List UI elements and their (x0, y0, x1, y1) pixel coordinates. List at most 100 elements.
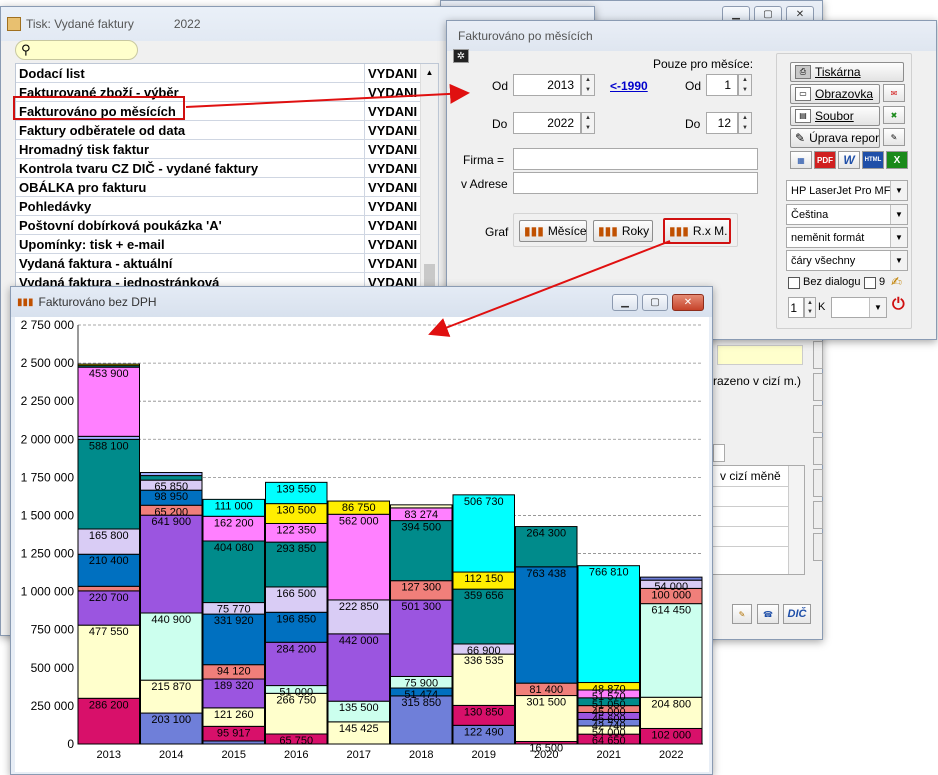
report-name: Dodací list (19, 66, 85, 81)
html-icon[interactable]: HTML (862, 151, 884, 169)
list-item[interactable]: Pohledávky VYDANI (16, 197, 420, 216)
chart-window: ▮▮▮ Fakturováno bez DPH ▁ ▢ ✕ 0 250 000 50… (10, 286, 713, 775)
list-item[interactable]: Faktury odběratele od data VYDANI (16, 121, 420, 140)
bar-segment (140, 475, 203, 481)
data-label: 51 000 (279, 687, 313, 699)
dic-button[interactable]: DIČ (783, 604, 811, 624)
settings-hand-icon[interactable]: ✍ (891, 274, 902, 290)
list-item[interactable]: Upomínky: tisk + e-mail VYDANI (16, 235, 420, 254)
language-select[interactable]: Čeština ▼ (786, 204, 908, 225)
data-label: 65 850 (154, 481, 188, 493)
list-scrollbar[interactable]: ▲ (420, 64, 438, 292)
column-header-foreign-currency: v cizí měně (720, 469, 781, 483)
back-window-grid: v cizí měně (709, 465, 805, 575)
adrese-input[interactable] (513, 172, 758, 194)
back-window-small-field[interactable] (713, 444, 725, 462)
printer-icon: ⎙ (795, 65, 811, 79)
search-icon: ⚲ (21, 42, 31, 57)
report-name: Pohledávky (19, 199, 92, 214)
bar-chart-icon: ▮▮▮ (598, 224, 618, 238)
od-year-spinner[interactable]: ▲ ▼ (581, 74, 595, 96)
tisk-window-year: 2022 (173, 17, 201, 31)
graf-mesice-button[interactable]: ▮▮▮ Měsíce (519, 220, 587, 242)
data-label: 264 300 (526, 528, 566, 540)
minimize-button[interactable]: ▁ (612, 294, 638, 311)
email-icon[interactable]: ✉ (883, 84, 905, 102)
excel-icon[interactable]: ✖ (883, 106, 905, 124)
data-label: 122 490 (464, 726, 504, 738)
nine-checkbox[interactable] (864, 277, 876, 289)
power-icon[interactable]: ⏻ (892, 296, 905, 314)
soubor-button[interactable]: ▤ Soubor (790, 106, 880, 126)
k-select[interactable]: ▼ (831, 297, 887, 318)
report-type: VYDANI (368, 85, 418, 100)
graf-roky-button[interactable]: ▮▮▮ Roky (593, 220, 653, 242)
x-tick-label: 2015 (222, 749, 246, 761)
format-select[interactable]: neměnit formát ▼ (786, 227, 908, 248)
do-month-input[interactable]: 12 (706, 112, 738, 134)
do-month-spinner[interactable]: ▲ ▼ (738, 112, 752, 134)
uprava-reportu-button[interactable]: ✎ Úprava repor (790, 128, 880, 148)
firma-input[interactable] (513, 148, 758, 170)
od-month-input[interactable]: 1 (706, 74, 738, 96)
stacked-bar-chart: 0 250 000 500 000 750 000 1 000 000 1 250 000… (15, 317, 709, 772)
list-item[interactable]: Poštovní dobírková poukázka 'A' VYDANI (16, 216, 420, 235)
highlight-box (13, 96, 185, 120)
back-window-yellow-field[interactable] (717, 345, 803, 365)
od-year-input[interactable]: 2013 (513, 74, 581, 96)
data-label: 139 550 (276, 483, 316, 495)
edit-note-icon[interactable]: ✎ (732, 604, 752, 624)
data-label: 477 550 (89, 626, 129, 638)
list-item[interactable]: Kontrola tvaru CZ DIČ - vydané faktury VY… (16, 159, 420, 178)
close-button[interactable]: ✕ (672, 294, 704, 311)
xls-icon[interactable]: X (886, 151, 908, 169)
word-icon[interactable]: W (838, 151, 860, 169)
copies-spinner[interactable]: ▲ ▼ (804, 297, 816, 318)
do-year-spinner[interactable]: ▲ ▼ (581, 112, 595, 134)
copies-input[interactable]: 1 (788, 297, 804, 318)
data-label: 404 080 (214, 542, 254, 554)
list-item[interactable]: Hromadný tisk faktur VYDANI (16, 140, 420, 159)
design-tools-icon[interactable]: ✎ (883, 128, 905, 146)
y-tick-label: 500 000 (31, 661, 75, 675)
bez-dialogu-checkbox[interactable] (788, 277, 800, 289)
list-item[interactable]: OBÁLKA pro fakturu VYDANI (16, 178, 420, 197)
chevron-up-icon[interactable]: ▲ (421, 64, 438, 77)
list-item[interactable]: Vydaná faktura - aktuální VYDANI (16, 254, 420, 273)
tiskarna-button[interactable]: ⎙ Tiskárna (790, 62, 904, 82)
report-name: Upomínky: tisk + e-mail (19, 237, 165, 252)
data-label: 196 850 (276, 613, 316, 625)
do-year-input[interactable]: 2022 (513, 112, 581, 134)
tisk-window-title: Tisk: Vydané faktury (26, 17, 134, 31)
obrazovka-button[interactable]: ▭ Obrazovka (790, 84, 880, 104)
data-label: 440 900 (151, 614, 191, 626)
report-type: VYDANI (368, 218, 418, 233)
report-type: VYDANI (368, 66, 418, 81)
x-tick-label: 2013 (97, 749, 121, 761)
format-value: neměnit formát (791, 231, 865, 244)
grid-scrollbar[interactable] (788, 466, 804, 574)
link-1990[interactable]: <-1990 (610, 79, 648, 93)
od-month-spinner[interactable]: ▲ ▼ (738, 74, 752, 96)
data-label: 48 870 (592, 684, 626, 696)
printer-select[interactable]: HP LaserJet Pro MFP ▼ (786, 180, 908, 201)
soubor-label: Soubor (815, 109, 854, 123)
data-label: 75 770 (217, 604, 251, 616)
od-year-value: 2013 (547, 78, 574, 92)
lines-select[interactable]: čáry všechny ▼ (786, 250, 908, 271)
firma-label: Firma = (463, 153, 505, 167)
chart-app-icon: ▮▮▮ (17, 296, 34, 308)
search-input[interactable]: ⚲ (15, 40, 138, 60)
do-year-label: Do (492, 117, 508, 131)
report-name: Poštovní dobírková poukázka 'A' (19, 218, 222, 233)
od-month-label: Od (685, 79, 702, 93)
pdf-icon[interactable]: PDF (814, 151, 836, 169)
graf-rxm-button[interactable]: ▮▮▮ R.x M. (663, 218, 731, 244)
gear-icon[interactable]: ✲ (453, 49, 469, 63)
post-horn-icon[interactable]: ☎ (757, 604, 779, 624)
list-item[interactable]: Dodací list VYDANI (16, 64, 420, 83)
data-label: 95 917 (217, 727, 251, 739)
table-icon[interactable]: ▦ (790, 151, 812, 169)
maximize-button[interactable]: ▢ (642, 294, 668, 311)
data-label: 166 500 (276, 588, 316, 600)
